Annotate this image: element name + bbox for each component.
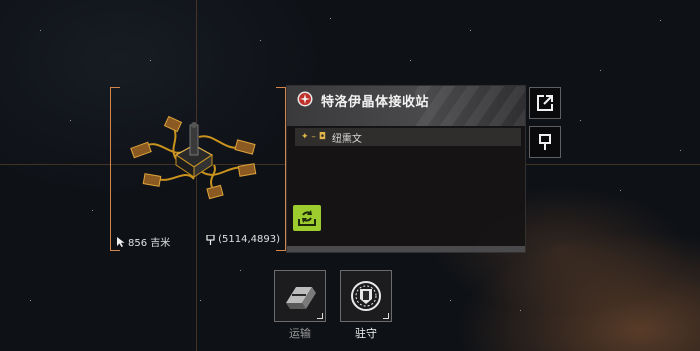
station-info-panel: 特洛伊晶体接收站 ✦ – ◘ 纽熏文 — [286, 85, 526, 253]
garrison-icon — [351, 281, 381, 311]
coords-readout: (5114,4893) — [206, 234, 280, 245]
map-pin-icon — [539, 134, 551, 150]
pin-location-button[interactable] — [529, 126, 561, 158]
panel-footer-bar — [287, 246, 525, 252]
garrison-button[interactable] — [340, 270, 392, 322]
owner-prefix-glyphs: ✦ – ◘ — [301, 132, 326, 142]
faction-emblem-icon — [297, 91, 313, 107]
distance-readout: 856 吉米 — [116, 234, 170, 249]
external-link-button[interactable] — [529, 87, 561, 119]
garrison-label: 驻守 — [355, 327, 377, 340]
target-frame[interactable]: 856 吉米 (5114,4893) — [110, 87, 286, 251]
coords-text: (5114,4893) — [218, 234, 280, 245]
distance-text: 856 吉米 — [128, 238, 171, 249]
transport-button[interactable] — [274, 270, 326, 322]
frame-bracket-right — [276, 87, 286, 251]
owner-row[interactable]: ✦ – ◘ 纽熏文 — [295, 128, 521, 146]
transport-icon — [286, 287, 316, 309]
dock-button[interactable] — [293, 205, 321, 231]
station-name: 特洛伊晶体接收站 — [321, 95, 430, 110]
transport-label: 运输 — [289, 327, 311, 340]
frame-bracket-left — [110, 87, 120, 251]
owner-name: 纽熏文 — [331, 133, 362, 145]
station-icon — [130, 115, 257, 200]
dock-icon — [298, 210, 316, 226]
external-link-icon — [537, 95, 553, 111]
panel-header: 特洛伊晶体接收站 — [287, 86, 525, 126]
map-pin-icon — [206, 234, 215, 245]
cursor-icon — [117, 236, 125, 247]
